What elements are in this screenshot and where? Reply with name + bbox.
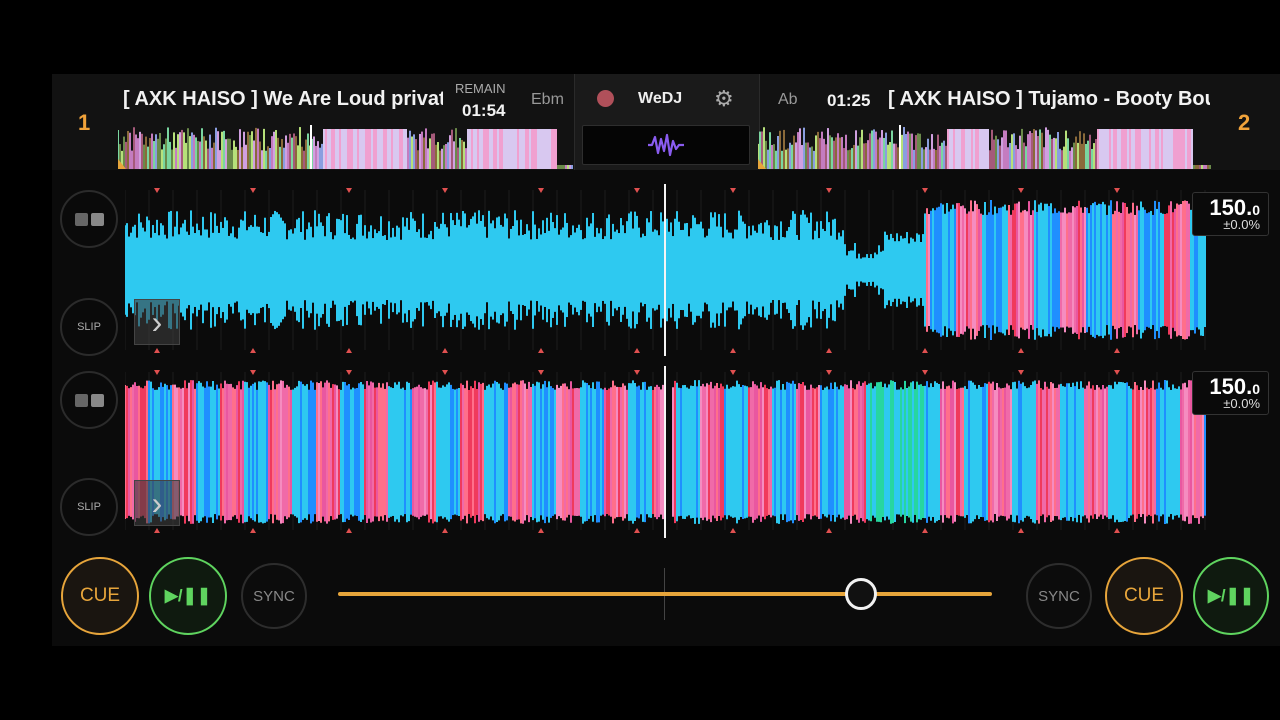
deck-2-bpm-decimal: 0: [1252, 381, 1260, 397]
deck-1-slip-button[interactable]: SLIP: [60, 298, 118, 356]
chevron-right-icon[interactable]: ›: [134, 480, 180, 526]
crossfader-track[interactable]: [338, 592, 992, 596]
deck-2-playhead: [664, 366, 666, 538]
deck-1-overview[interactable]: [118, 125, 574, 169]
waveform-icon: [648, 133, 684, 157]
deck-2-overview[interactable]: [758, 125, 1212, 169]
gear-icon[interactable]: ⚙: [714, 86, 734, 112]
deck-2-cue-button[interactable]: CUE: [1105, 557, 1183, 635]
deck-2-hotcue-button[interactable]: [60, 371, 118, 429]
deck-2-slip-button[interactable]: SLIP: [60, 478, 118, 536]
waveform-toggle-button[interactable]: [582, 125, 750, 165]
deck-1-bpm-decimal: 0: [1252, 202, 1260, 218]
deck-1-remain-time[interactable]: 01:54: [462, 101, 505, 121]
crossfader-knob[interactable]: [845, 578, 878, 610]
deck-1-remain-label[interactable]: REMAIN: [455, 81, 506, 96]
deck-2-time[interactable]: 01:25: [827, 91, 870, 111]
app-logo: WeDJ: [638, 90, 683, 107]
deck-1-play-pause-button[interactable]: ▶/❚❚: [149, 557, 227, 635]
deck-2-track-title[interactable]: [ AXK HAISO ] Tujamo - Booty Bou: [888, 88, 1210, 111]
deck-2-bpm-display[interactable]: 150.0 ±0.0%: [1192, 371, 1269, 415]
deck-1-key: Ebm: [531, 91, 564, 108]
deck-1-playhead: [664, 184, 666, 356]
deck-2-pitch: ±0.0%: [1223, 396, 1260, 411]
hotcue-pads-icon: [74, 393, 104, 407]
deck-2-play-pause-button[interactable]: ▶/❚❚: [1193, 557, 1269, 635]
hotcue-pads-icon: [74, 212, 104, 226]
record-dot-icon[interactable]: [597, 90, 614, 107]
deck-1-hotcue-button[interactable]: [60, 190, 118, 248]
deck-1-number: 1: [78, 110, 91, 135]
deck-2-key: Ab: [778, 91, 798, 108]
deck-2-sync-button[interactable]: SYNC: [1026, 563, 1092, 629]
deck-2-number: 2: [1238, 110, 1251, 135]
deck-1-cue-button[interactable]: CUE: [61, 557, 139, 635]
deck-1-bpm-display[interactable]: 150.0 ±0.0%: [1192, 192, 1269, 236]
deck-1-sync-button[interactable]: SYNC: [241, 563, 307, 629]
chevron-right-icon[interactable]: ›: [134, 299, 180, 345]
deck-1-pitch: ±0.0%: [1223, 217, 1260, 232]
deck-1-track-title[interactable]: [ AXK HAISO ] We Are Loud private: [123, 88, 443, 111]
